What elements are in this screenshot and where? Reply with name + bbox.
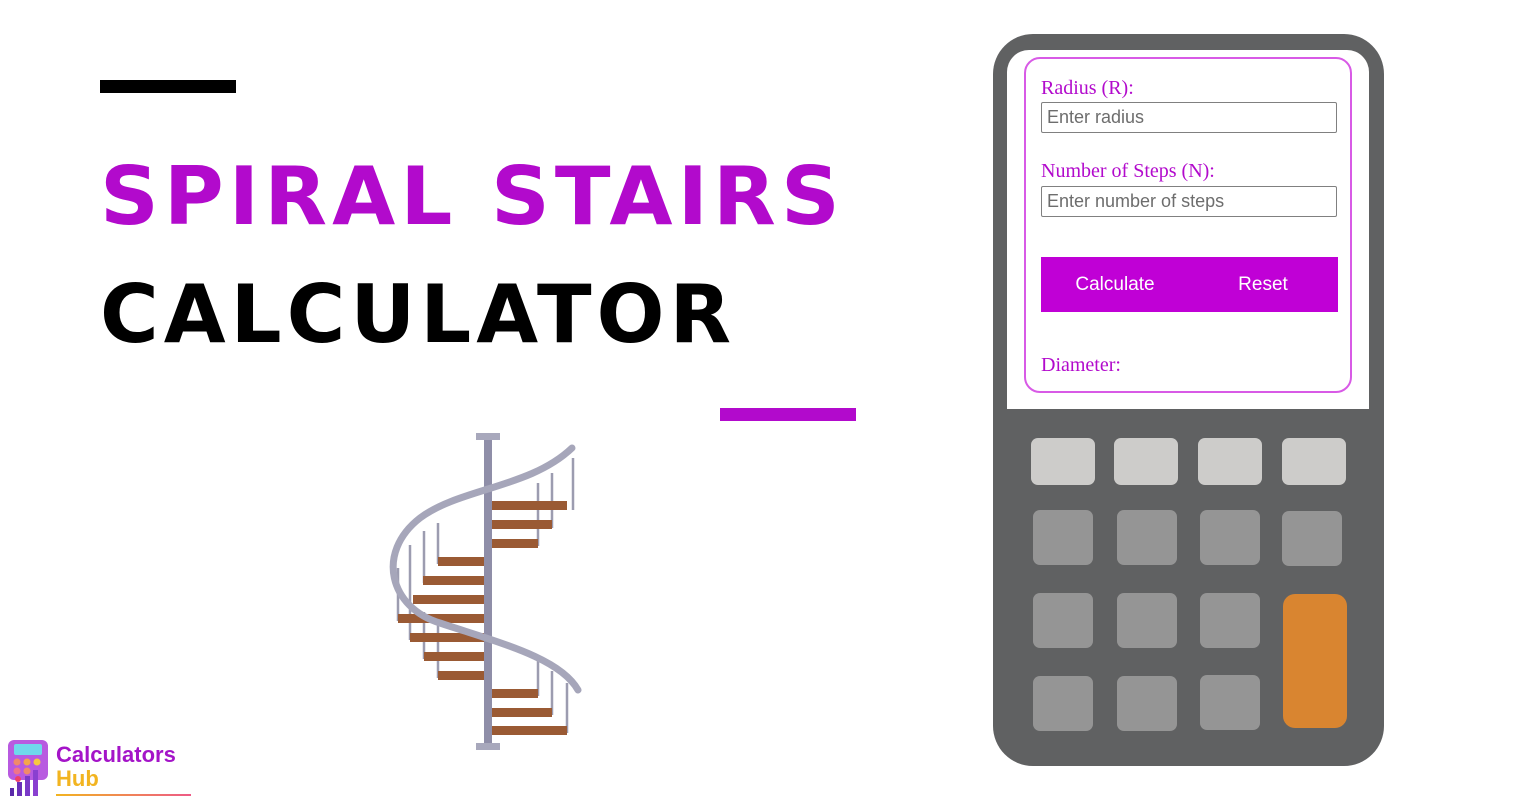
logo-underline [56, 794, 191, 796]
steps-label: Number of Steps (N): [1041, 160, 1215, 182]
calculator-key [1282, 511, 1342, 566]
calculator-key [1198, 438, 1262, 485]
reset-button[interactable]: Reset [1227, 257, 1299, 312]
steps-input[interactable] [1041, 186, 1337, 217]
calculator-key [1033, 510, 1093, 565]
button-bar: Calculate Reset [1041, 257, 1338, 312]
decorative-bar-bottom [720, 408, 856, 421]
calculator-key [1117, 510, 1177, 565]
radius-input[interactable] [1041, 102, 1337, 133]
calculator-key [1033, 593, 1093, 648]
calculators-hub-logo[interactable]: Calculators Hub [6, 738, 196, 800]
decorative-bar-top [100, 80, 236, 93]
spiral-staircase-icon [389, 433, 582, 750]
calculator-key [1117, 593, 1177, 648]
calculator-key [1282, 438, 1346, 485]
calculator-key [1200, 593, 1260, 648]
calculator-key [1033, 676, 1093, 731]
calculator-key [1117, 676, 1177, 731]
calculator-equals-key [1283, 594, 1347, 728]
calculator-key [1200, 510, 1260, 565]
calculator-key [1114, 438, 1178, 485]
page-title-line1: Spiral Stairs [100, 150, 845, 243]
calculator-key [1200, 675, 1260, 730]
diameter-result-label: Diameter: [1041, 354, 1121, 376]
central-pole [476, 433, 500, 750]
calculate-button[interactable]: Calculate [1063, 257, 1167, 312]
logo-text-hub: Hub [56, 766, 99, 791]
calculator-key [1031, 438, 1095, 485]
logo-text-calculators: Calculators [56, 742, 176, 767]
radius-label: Radius (R): [1041, 77, 1134, 99]
calculator-logo-icon [8, 740, 48, 796]
page-title-line2: Calculator [100, 268, 737, 361]
